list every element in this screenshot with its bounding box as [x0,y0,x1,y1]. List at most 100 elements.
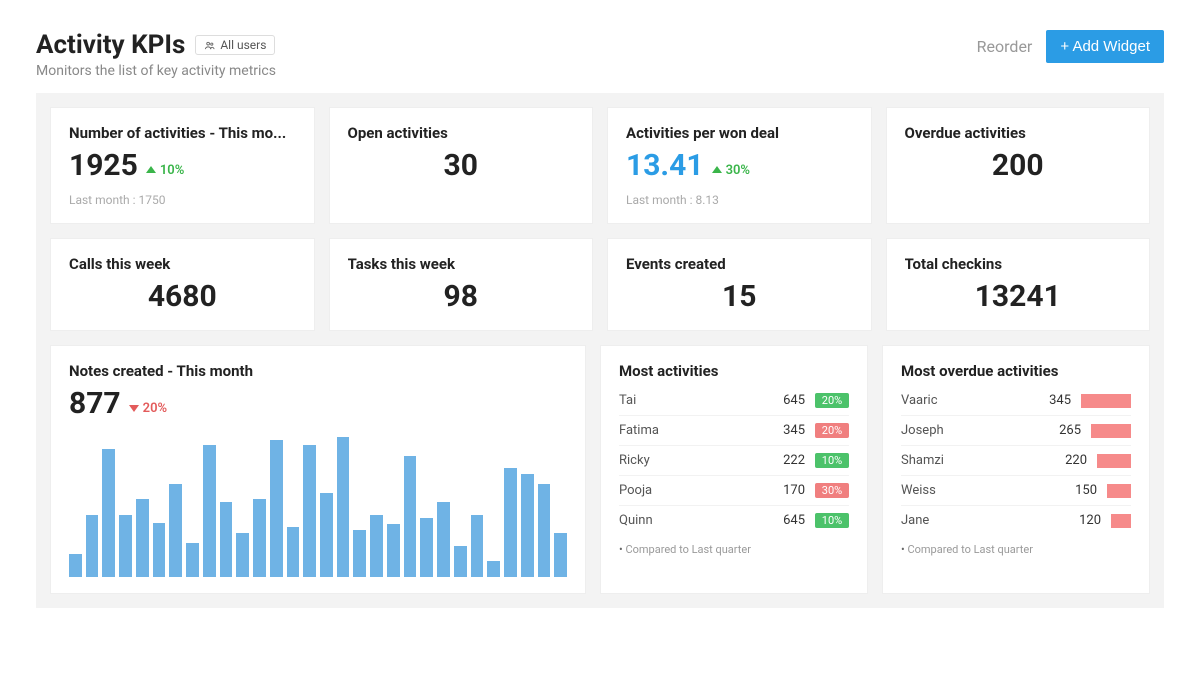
chart-bar [86,515,99,577]
rank-name: Quinn [619,513,763,528]
trend-indicator: 20% [129,401,167,416]
card-title: Total checkins [905,255,1132,273]
kpi-card[interactable]: Open activities30 [329,107,594,224]
rank-name: Pooja [619,483,763,498]
card-title: Overdue activities [905,124,1132,142]
chart-bar [370,515,383,577]
list-item[interactable]: Ricky 222 10% [619,446,849,476]
kpi-card[interactable]: Calls this week 4680 [50,238,315,331]
rank-value: 345 [763,423,805,438]
title-row: Activity KPIs All users [36,30,276,60]
chart-bar [387,524,400,577]
metric-line: 1925 10% [69,148,296,183]
reorder-link[interactable]: Reorder [977,37,1033,56]
list-item[interactable]: Quinn 645 10% [619,506,849,535]
card-title: Tasks this week [348,255,575,273]
user-selector-label: All users [220,38,266,52]
users-icon [204,40,215,51]
card-footer: Last month : 8.13 [626,193,853,207]
metric-value: 13.41 [626,148,704,183]
most-overdue-list: Vaaric 345 Joseph 265 Shamzi 220 Weiss 1… [901,386,1131,535]
list-item[interactable]: Pooja 170 30% [619,476,849,506]
chart-bar [538,484,551,577]
chart-bar [554,533,567,577]
chart-bar [287,527,300,577]
rank-value: 265 [1039,423,1081,438]
chart-bar [487,561,500,577]
most-activities-list: Tai 645 20%Fatima 345 20%Ricky 222 10%Po… [619,386,849,535]
kpi-card[interactable]: Number of activities - This mo... 1925 1… [50,107,315,224]
rank-name: Ricky [619,453,763,468]
card-title: Most activities [619,362,849,380]
chart-bar [69,554,82,577]
chart-bar [220,502,233,577]
chart-bar [303,445,316,577]
trend-up-icon [146,165,156,175]
chart-bar [337,437,350,577]
chart-bar [136,499,149,577]
header-right: Reorder + Add Widget [977,30,1164,63]
kpi-card[interactable]: Overdue activities 200 [886,107,1151,224]
rank-bar [1107,484,1131,498]
rank-value: 150 [1055,483,1097,498]
list-item[interactable]: Jane 120 [901,506,1131,535]
chart-bar [203,445,216,577]
rank-name: Shamzi [901,453,1045,468]
rank-badge: 10% [815,513,849,528]
card-title: Number of activities - This mo... [69,124,296,142]
chart-bar [186,543,199,577]
list-item[interactable]: Tai 645 20% [619,386,849,416]
chart-bar [153,523,166,577]
user-selector[interactable]: All users [195,35,275,55]
chart-bar [253,499,266,577]
kpi-card[interactable]: Activities per won deal 13.41 30%Last mo… [607,107,872,224]
list-item[interactable]: Weiss 150 [901,476,1131,506]
trend-up-icon [712,165,722,175]
card-footer: Last month : 1750 [69,193,296,207]
notes-created-card[interactable]: Notes created - This month 877 20% [50,345,586,594]
notes-bar-chart [69,437,567,577]
kpi-card[interactable]: Tasks this week 98 [329,238,594,331]
list-item[interactable]: Shamzi 220 [901,446,1131,476]
page-title: Activity KPIs [36,30,185,60]
rank-bar [1111,514,1131,528]
card-title: Notes created - This month [69,362,567,380]
trend-down-icon [129,403,139,413]
card-title: Most overdue activities [901,362,1131,380]
trend-pct: 10% [160,163,184,178]
metric-line: 13.41 30% [626,148,853,183]
chart-bar [320,493,333,577]
metric-value: 13241 [975,279,1061,314]
rank-name: Jane [901,513,1059,528]
rank-bar [1081,394,1131,408]
compare-note: Compared to Last quarter [619,543,849,556]
rank-value: 222 [763,453,805,468]
chart-bar [353,530,366,577]
rank-value: 220 [1045,453,1087,468]
trend-pct: 30% [726,163,750,178]
most-overdue-card[interactable]: Most overdue activities Vaaric 345 Josep… [882,345,1150,594]
list-item[interactable]: Vaaric 345 [901,386,1131,416]
chart-bar [471,515,484,577]
metric-value: 200 [992,148,1044,183]
rank-name: Joseph [901,423,1039,438]
add-widget-button[interactable]: + Add Widget [1046,30,1164,63]
list-item[interactable]: Fatima 345 20% [619,416,849,446]
rank-value: 170 [763,483,805,498]
chart-bar [420,518,433,577]
kpi-card[interactable]: Events created 15 [607,238,872,331]
card-title: Open activities [348,124,575,142]
most-activities-card[interactable]: Most activities Tai 645 20%Fatima 345 20… [600,345,868,594]
trend-pct: 20% [143,401,167,416]
rank-badge: 10% [815,453,849,468]
card-title: Events created [626,255,853,273]
rank-name: Fatima [619,423,763,438]
metric-value: 877 [69,386,121,421]
chart-bar [454,546,467,577]
kpi-card[interactable]: Total checkins 13241 [886,238,1151,331]
list-item[interactable]: Joseph 265 [901,416,1131,446]
rank-bar [1091,424,1131,438]
header: Activity KPIs All users Monitors the lis… [0,0,1200,93]
chart-bar [504,468,517,577]
dashboard-board: Number of activities - This mo... 1925 1… [36,93,1164,608]
